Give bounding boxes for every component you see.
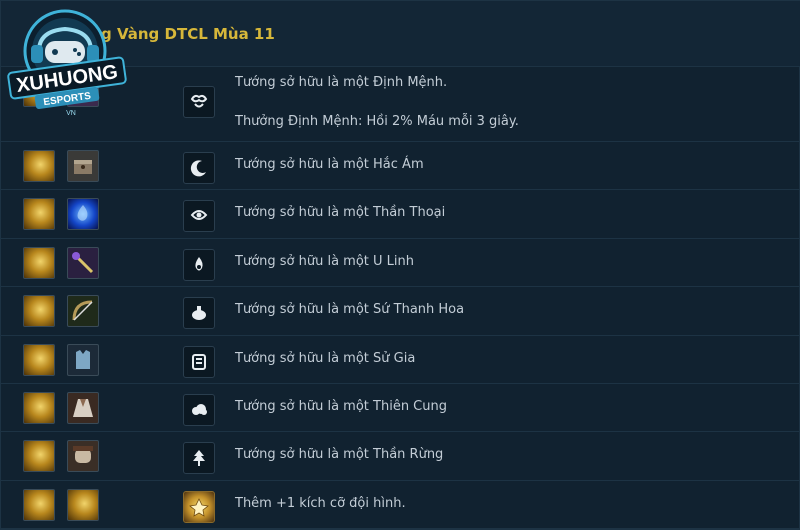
moon-trait-icon[interactable] [183, 152, 215, 184]
mythic-trait-icon[interactable] [183, 200, 215, 233]
emblem-row[interactable]: Tướng sở hữu là một Thần Thoại [1, 190, 800, 239]
spatula-item-icon[interactable] [23, 198, 55, 231]
rod-component-icon[interactable] [67, 246, 99, 279]
emblem-list: Tướng sở hữu là một Định Mệnh. Thưởng Đị… [1, 67, 800, 530]
xuhuong-esports-logo: XUHUONG ESPORTS VN [5, 5, 129, 123]
spatula-item-icon[interactable] [23, 246, 55, 279]
spatula-item-icon[interactable] [23, 391, 55, 424]
spatula-item-icon[interactable] [23, 440, 55, 473]
emblem-row[interactable]: Thêm +1 kích cỡ đội hình. [1, 481, 800, 530]
emblem-description: Tướng sở hữu là một U Linh [235, 253, 415, 269]
emblem-description: Tướng sở hữu là một Sứ Thanh Hoa [235, 302, 465, 318]
emblem-row[interactable]: Tướng sở hữu là một Thiên Cung [1, 384, 800, 433]
emblem-description: Tướng sở hữu là một Thần Rừng [235, 447, 444, 463]
cloak-component-icon[interactable] [67, 391, 99, 424]
emblem-description: Tướng sở hữu là một Hắc Ám [235, 157, 424, 172]
emblem-description: Thêm +1 kích cỡ đội hình. [235, 495, 406, 511]
emblem-description: Tướng sở hữu là một Định Mệnh. [235, 75, 448, 90]
emblem-row[interactable]: Tướng sở hữu là một Sử Gia [1, 336, 800, 384]
cloud-trait-icon[interactable] [183, 393, 215, 426]
golden-spatula-trait-icon[interactable] [183, 490, 215, 523]
emblem-description: Tướng sở hữu là một Thiên Cung [235, 398, 447, 414]
bow-component-icon[interactable] [67, 295, 99, 328]
vest-component-icon[interactable] [67, 343, 99, 376]
emblem-row[interactable]: Tướng sở hữu là một U Linh [1, 239, 800, 288]
forest-trait-icon[interactable] [183, 442, 215, 475]
emblem-row[interactable]: Tướng sở hữu là một Thần Rừng [1, 432, 800, 481]
fate-trait-icon[interactable] [183, 86, 215, 118]
emblem-row[interactable]: Tướng sở hữu là một Hắc Ám [1, 142, 800, 191]
spatula-item-icon[interactable] [23, 150, 55, 182]
spatula-item-icon[interactable] [23, 488, 55, 521]
tear-component-icon[interactable] [67, 198, 99, 231]
emblem-description: Tướng sở hữu là một Thần Thoại [235, 205, 446, 221]
spatula-item-icon[interactable] [23, 343, 55, 376]
porcelain-trait-icon[interactable] [183, 297, 215, 330]
spatula-component-icon[interactable] [67, 488, 99, 521]
glove-component-icon[interactable] [67, 440, 99, 473]
svg-text:VN: VN [66, 110, 76, 117]
emblem-row[interactable]: Tướng sở hữu là một Sứ Thanh Hoa [1, 287, 800, 336]
emblem-bonus: Thưởng Định Mệnh: Hồi 2% Máu mỗi 3 giây. [235, 114, 519, 129]
chest-component-icon[interactable] [67, 150, 99, 182]
spatula-item-icon[interactable] [23, 295, 55, 328]
page: g Vàng DTCL Mùa 11 XUHUONG ESPORTS VN Tư… [0, 0, 800, 530]
ghost-trait-icon[interactable] [183, 248, 215, 281]
scroll-trait-icon[interactable] [183, 345, 215, 378]
emblem-description: Tướng sở hữu là một Sử Gia [235, 350, 416, 366]
